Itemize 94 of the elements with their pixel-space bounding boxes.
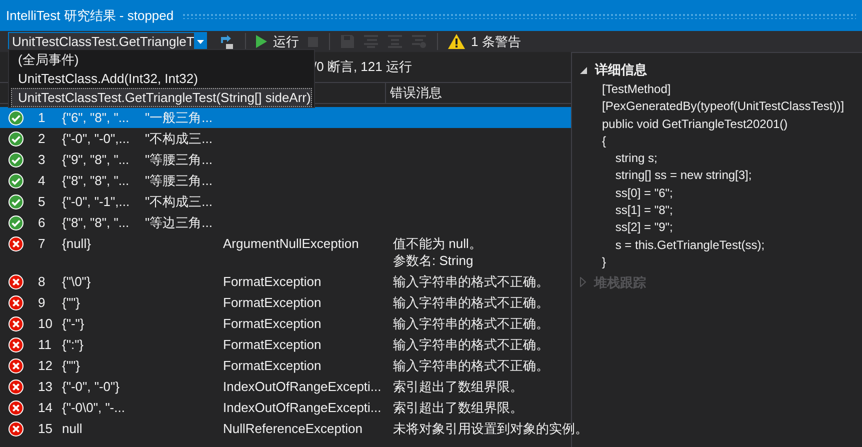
table-row[interactable]: 14 {"-0\0", "-... IndexOutOfRangeExcepti... 索引超出了数组界限。 (0, 397, 571, 418)
result-cell: "等边三角... (145, 215, 212, 230)
run-button[interactable]: 运行 (254, 32, 301, 51)
table-row[interactable]: 4 {"8", "8", "... "等腰三角... (0, 170, 571, 191)
collapsed-triangle-icon (580, 277, 586, 288)
code-line: ss[0] = "6"; (614, 184, 674, 202)
exception-cell: FormatException (223, 274, 322, 289)
code-line: ss[1] = "8"; (614, 202, 674, 220)
dropdown-option[interactable]: UnitTestClassTest.GetTriangleTest(String[] sideArr) (11, 88, 312, 107)
row-number: 1 (37, 109, 46, 126)
exception-cell: FormatException (223, 295, 322, 310)
args-cell: {"8", "8", "... (62, 215, 130, 230)
args-cell: {"-0\0", "-... (62, 400, 125, 415)
table-row[interactable]: 8 {"\0"} FormatException 输入字符串的格式不正确。 (0, 271, 571, 292)
args-cell: {""} (62, 358, 80, 373)
exception-cell: FormatException (223, 358, 322, 373)
table-row[interactable]: 3 {"9", "8", "... "等腰三角... (0, 149, 571, 170)
table-row[interactable]: 7 {null} ArgumentNullException 值不能为 null。 参数名: String (0, 233, 571, 271)
warning-icon (448, 34, 465, 49)
code-line: string s; (614, 150, 658, 168)
exception-cell: ArgumentNullException (223, 236, 359, 251)
message-text: 索引超出了数组界限。 (393, 399, 523, 416)
row-number: 15 (37, 420, 54, 437)
table-row[interactable]: 10 {"-"} FormatException 输入字符串的格式不正确。 (0, 313, 571, 334)
exception-cell: NullReferenceException (223, 421, 362, 436)
message-text: 参数名: String (393, 252, 474, 269)
exception-cell: IndexOutOfRangeExcepti... (223, 379, 382, 394)
result-cell: "等腰三角... (145, 152, 212, 167)
dropdown-option[interactable]: (全局事件) (11, 50, 312, 69)
args-cell: null (62, 421, 82, 436)
args-cell: {"6", "8", "... (62, 110, 130, 125)
message-text: 未将对象引用设置到对象的实例。 (393, 420, 588, 437)
result-cell: "等腰三角... (145, 173, 212, 188)
args-cell: {"9", "8", "... (62, 152, 130, 167)
exception-cell: IndexOutOfRangeExcepti... (223, 400, 382, 415)
table-row[interactable]: 9 {""} FormatException 输入字符串的格式不正确。 (0, 292, 571, 313)
args-cell: {":"} (62, 337, 84, 352)
window-title: IntelliTest 研究结果 - stopped (6, 6, 174, 25)
table-row[interactable]: 13 {"-0", "-0"} IndexOutOfRangeExcepti... 索引超出了数组界限。 (0, 376, 571, 397)
exception-cell: FormatException (223, 316, 322, 331)
message-text: 索引超出了数组界限。 (393, 378, 523, 395)
row-number: 12 (37, 357, 54, 374)
column-header[interactable]: 错误消息 (386, 83, 442, 103)
message-text: 输入字符串的格式不正确。 (393, 273, 549, 290)
table-row[interactable]: 5 {"-0", "-1",... "不构成三... (0, 191, 571, 212)
message-text: 输入字符串的格式不正确。 (393, 294, 549, 311)
args-cell: {"8", "8", "... (62, 173, 130, 188)
args-cell: {"-0", "-0",... (62, 131, 130, 146)
message-text: 输入字符串的格式不正确。 (393, 336, 549, 353)
result-cell: "不构成三... (145, 131, 212, 146)
row-number: 6 (37, 214, 46, 231)
export-icon[interactable] (220, 34, 234, 50)
section-header[interactable]: 详细信息 (578, 59, 862, 81)
row-number: 4 (37, 172, 46, 189)
dropdown-arrow-icon (196, 40, 204, 44)
row-number: 5 (37, 193, 46, 210)
message-text: 输入字符串的格式不正确。 (393, 357, 549, 374)
code-line: [PexGeneratedBy(typeof(UnitTestClassTest))] (602, 98, 846, 116)
table-row[interactable]: 2 {"-0", "-0",... "不构成三... (0, 128, 571, 149)
code-line: s = this.GetTriangleTest(ss); (614, 236, 766, 254)
args-cell: {"-0", "-1",... (62, 194, 130, 209)
code-line: ss[2] = "9"; (614, 219, 674, 236)
row-number: 14 (37, 399, 54, 416)
code-line: string[] ss = new string[3]; (614, 167, 753, 184)
row-number: 7 (37, 235, 46, 252)
dropdown-option[interactable]: UnitTestClass.Add(Int32, Int32) (11, 69, 312, 88)
row-number: 9 (37, 294, 46, 311)
row-number: 10 (37, 315, 54, 332)
code-line: { (602, 132, 608, 150)
result-cell: "一般三角... (145, 110, 212, 125)
result-cell: "不构成三... (145, 194, 212, 209)
code-line: [TestMethod] (602, 81, 672, 98)
code-line: } (602, 254, 608, 271)
args-cell: {null} (62, 236, 91, 251)
row-number: 3 (37, 151, 46, 168)
args-cell: {""} (62, 295, 80, 310)
table-row[interactable]: 12 {""} FormatException 输入字符串的格式不正确。 (0, 355, 571, 376)
table-row[interactable]: 1 {"6", "8", "... "一般三角... (0, 107, 571, 128)
table-row[interactable]: 11 {":"} FormatException 输入字符串的格式不正确。 (0, 334, 571, 355)
play-icon (256, 35, 267, 48)
row-number: 8 (37, 273, 46, 290)
args-cell: {"-"} (62, 316, 84, 331)
warning-button[interactable]: 1 条警告 (446, 32, 523, 51)
message-text: 值不能为 null。 (393, 235, 482, 252)
table-row[interactable]: 6 {"8", "8", "... "等边三角... (0, 212, 571, 233)
code-line: public void GetTriangleTest20201() (602, 116, 789, 133)
args-cell: {"-0", "-0"} (62, 379, 120, 394)
row-number: 11 (37, 336, 52, 353)
row-number: 13 (37, 378, 54, 395)
expanded-triangle-icon (580, 66, 587, 74)
row-number: 2 (37, 130, 46, 147)
args-cell: {"\0"} (62, 274, 91, 289)
message-text: 输入字符串的格式不正确。 (393, 315, 549, 332)
exception-cell: FormatException (223, 337, 322, 352)
